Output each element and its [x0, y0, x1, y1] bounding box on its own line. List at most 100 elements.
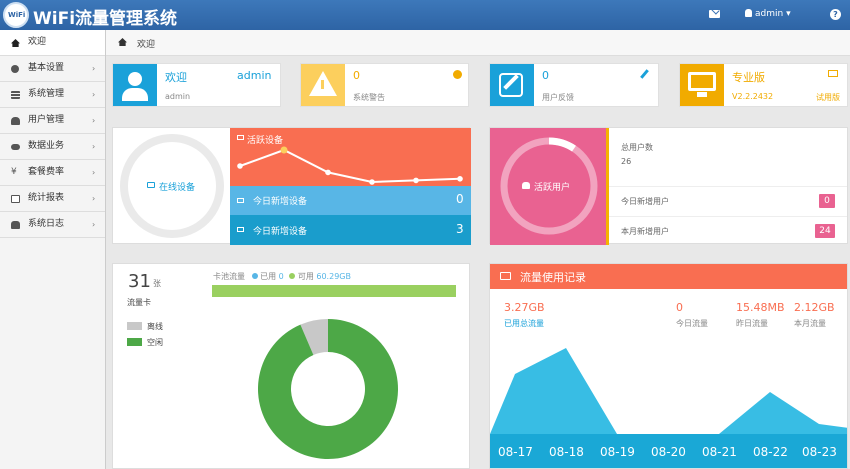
trend-point: [237, 163, 243, 169]
chevron-right-icon: ›: [92, 64, 96, 73]
chevron-right-icon: ›: [92, 116, 96, 125]
trend-point: [457, 176, 463, 182]
total-used-value: 3.27GB: [504, 301, 545, 314]
chevron-right-icon: ›: [92, 194, 96, 203]
gear-icon: [11, 65, 19, 73]
sidebar-item-system-management[interactable]: 系统管理 ›: [0, 82, 105, 108]
sidebar: 欢迎 基本设置 › 系统管理 › 用户管理 › 数据业务 › ¥ 套餐费率 › 统计报表 › …: [0, 30, 106, 469]
home-icon[interactable]: [118, 38, 127, 46]
avail-value: 60.29GB: [316, 272, 351, 281]
sidebar-item-label: 统计报表: [28, 193, 65, 203]
sidebar-item-statistics[interactable]: 统计报表 ›: [0, 186, 105, 212]
date-label: 08-21: [702, 445, 737, 459]
card-count-label: 流量卡: [127, 298, 151, 307]
sidebar-item-welcome[interactable]: 欢迎: [0, 30, 105, 56]
trend-point: [413, 177, 419, 184]
pool-progress-bar: [212, 285, 456, 297]
users-panel: 活跃用户 总用户数 26 今日新增用户 0 本月新增用户 24: [489, 127, 848, 245]
date-label: 08-17: [498, 445, 533, 459]
today-new-users-badge: 0: [819, 194, 835, 208]
feedback-count: 0: [542, 69, 549, 82]
today-new-users-label: 今日新增用户: [621, 197, 669, 206]
card-count-unit: 张: [153, 279, 161, 288]
breadcrumb-current: 欢迎: [137, 40, 156, 50]
hdd-icon: [237, 198, 244, 203]
help-icon[interactable]: ?: [830, 9, 841, 20]
sidebar-item-user-management[interactable]: 用户管理 ›: [0, 108, 105, 134]
sidebar-item-data-business[interactable]: 数据业务 ›: [0, 134, 105, 160]
legend-swatch-offline: [127, 322, 142, 330]
yen-icon: ¥: [11, 167, 17, 177]
today-traffic-value: 0: [676, 301, 683, 314]
hdd-icon: [11, 221, 20, 229]
welcome-title: 欢迎: [165, 71, 187, 84]
new-devices-month-label: 今日新增设备: [253, 227, 308, 237]
sidebar-item-label: 系统日志: [28, 219, 65, 229]
new-devices-month-row: 今日新增设备 3: [230, 215, 471, 245]
total-users-value: 26: [621, 157, 632, 166]
sidebar-item-label: 套餐费率: [28, 167, 65, 177]
flow-cards-panel: 31 张 流量卡 离线 空闲 卡池流量 已用 0 可用 60.29GB: [112, 263, 470, 469]
online-devices-label[interactable]: 在线设备: [159, 180, 195, 193]
sidebar-item-label: 系统管理: [28, 89, 65, 99]
legend-label-idle: 空闲: [147, 338, 163, 347]
month-new-users-label: 本月新增用户: [621, 227, 669, 236]
sidebar-item-label: 数据业务: [28, 141, 65, 151]
warning-icon: [301, 64, 345, 106]
user-avatar-icon: [113, 64, 157, 106]
edition-title: 专业版: [732, 71, 765, 84]
sidebar-item-system-log[interactable]: 系统日志 ›: [0, 212, 105, 238]
feedback-card[interactable]: 0 用户反馈: [489, 63, 659, 107]
card-status-donut: [258, 319, 398, 459]
user-menu[interactable]: admin ▾: [745, 9, 791, 19]
edition-card: 专业版 V2.2.2432 试用版: [679, 63, 848, 107]
hdd-icon: [147, 182, 155, 188]
traffic-panel: 流量使用记录 3.27GB 已用总流量 0 今日流量 15.48MB 昨日流量 …: [489, 263, 848, 469]
users-icon: [522, 182, 530, 189]
welcome-card: 欢迎 admin admin: [112, 63, 281, 107]
total-users-label: 总用户数: [621, 143, 653, 152]
cloud-icon: [11, 144, 20, 150]
legend-label-offline: 离线: [147, 322, 163, 331]
date-axis: 08-17 08-18 08-19 08-20 08-21 08-22 08-2…: [490, 434, 847, 468]
mail-icon[interactable]: [709, 10, 720, 18]
sidebar-item-label: 欢迎: [28, 37, 47, 47]
app-title: WiFi流量管理系统: [33, 9, 178, 29]
chevron-right-icon: ›: [92, 90, 96, 99]
card-count: 31: [128, 271, 151, 292]
trend-point: [325, 169, 331, 176]
chevron-right-icon: ›: [92, 142, 96, 151]
sidebar-item-basic-settings[interactable]: 基本设置 ›: [0, 56, 105, 82]
monitor-icon: [680, 64, 724, 106]
welcome-sub: admin: [165, 92, 191, 101]
used-value: 0: [278, 272, 284, 281]
user-name: admin: [755, 9, 784, 19]
month-traffic-label: 本月流量: [794, 319, 826, 328]
new-devices-today-row: 今日新增设备 0: [230, 186, 471, 215]
screen-icon: [828, 70, 838, 77]
traffic-area-chart: [490, 348, 847, 434]
caret-down-icon: ▾: [786, 9, 791, 19]
used-dot: [251, 273, 258, 279]
alarm-label: 系统警告: [353, 93, 385, 102]
sidebar-item-package-rates[interactable]: ¥ 套餐费率 ›: [0, 160, 105, 186]
info-icon: [453, 70, 462, 79]
total-used-label[interactable]: 已用总流量: [504, 318, 544, 329]
hdd-icon: [237, 227, 244, 232]
traffic-header: 流量使用记录: [490, 264, 847, 289]
logo-text: WiFi: [8, 11, 26, 19]
alarm-card[interactable]: 0 系统警告: [300, 63, 469, 107]
trend-line: [239, 148, 461, 184]
chevron-right-icon: ›: [92, 168, 96, 177]
trend-point: [369, 179, 375, 185]
welcome-username: admin: [237, 69, 272, 82]
date-label: 08-23: [802, 445, 837, 459]
active-users-label[interactable]: 活跃用户: [534, 180, 570, 193]
edit-icon: [490, 64, 534, 106]
pool-traffic-line: 卡池流量 已用 0 可用 60.29GB: [213, 271, 351, 282]
list-icon: [11, 91, 20, 99]
wifi-logo-icon: WiFi: [3, 2, 29, 28]
users-icon: [11, 117, 20, 125]
edition-version: V2.2.2432: [732, 92, 774, 101]
date-label: 08-19: [600, 445, 635, 459]
